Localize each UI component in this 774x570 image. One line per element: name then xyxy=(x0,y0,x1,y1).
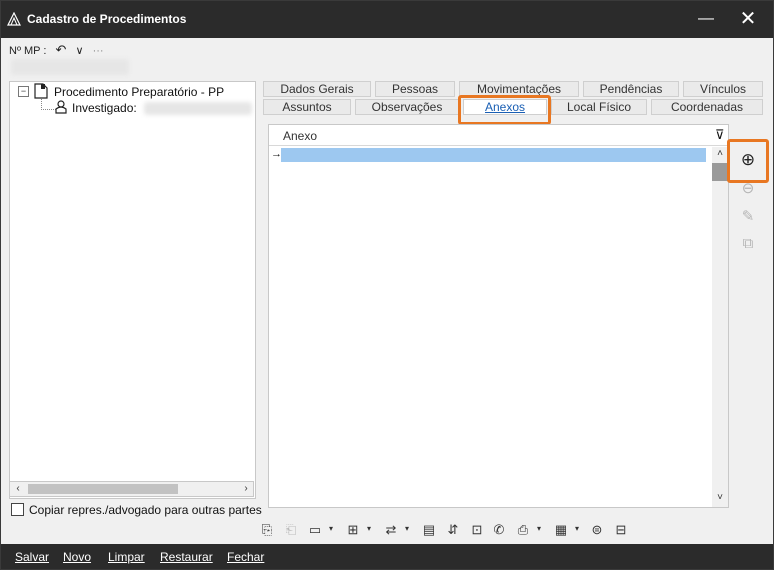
tree-horizontal-scrollbar[interactable]: ‹ › xyxy=(9,481,254,497)
scroll-thumb[interactable] xyxy=(28,484,178,494)
grid-header: Anexo ⊽ xyxy=(269,125,728,146)
minimize-button[interactable]: — xyxy=(691,7,721,31)
tree-child-label[interactable]: Investigado: xyxy=(72,101,137,115)
scroll-up-arrow[interactable]: ˄ xyxy=(712,147,728,161)
calendar-dropdown-icon[interactable]: ▾ xyxy=(575,524,579,533)
tab-local-fisico[interactable]: Local Físico xyxy=(551,99,647,115)
tree-connector xyxy=(41,99,56,110)
restore-button[interactable]: Restaurar xyxy=(160,550,213,564)
copy-parties-label: Copiar repres./advogado para outras part… xyxy=(29,503,262,517)
folder-dropdown-icon[interactable]: ▾ xyxy=(329,524,333,533)
table-row-selected[interactable] xyxy=(281,148,706,162)
copy-attachment-button[interactable]: ⧉ xyxy=(738,234,758,254)
investigado-name-redacted xyxy=(144,102,252,115)
hierarchy-icon[interactable]: ⊞ xyxy=(345,522,361,538)
tab-vinculos[interactable]: Vínculos xyxy=(683,81,763,97)
tab-assuntos[interactable]: Assuntos xyxy=(263,99,351,115)
scroll-thumb[interactable] xyxy=(712,163,728,181)
scroll-right-arrow[interactable]: › xyxy=(238,482,254,496)
grid-vertical-scrollbar[interactable]: ˄ ˅ xyxy=(712,147,728,507)
highlight-anexos-tab xyxy=(458,95,551,125)
highlight-add-button xyxy=(727,139,769,183)
filter-icon[interactable]: ⊽ xyxy=(715,127,725,143)
settings-document-icon[interactable]: ⊜ xyxy=(589,522,605,538)
save-button[interactable]: Salvar xyxy=(15,550,49,564)
tab-pessoas[interactable]: Pessoas xyxy=(375,81,455,97)
archive-icon[interactable]: ⊟ xyxy=(613,522,629,538)
copy-parties-option[interactable]: Copiar repres./advogado para outras part… xyxy=(11,503,262,517)
exchange-icon[interactable]: ⇵ xyxy=(445,522,461,538)
clear-button[interactable]: Limpar xyxy=(108,550,145,564)
app-window: Cadastro de Procedimentos — ✕ Nº MP : ↶ … xyxy=(0,0,774,570)
more-icon[interactable]: ··· xyxy=(93,45,104,57)
new-button[interactable]: Novo xyxy=(63,550,91,564)
tab-pendencias[interactable]: Pendências xyxy=(583,81,679,97)
action-bar: Salvar Novo Limpar Restaurar Fechar xyxy=(1,544,773,569)
edit-attachment-button[interactable]: ✎ xyxy=(738,207,758,227)
title-bar: Cadastro de Procedimentos — ✕ xyxy=(1,1,773,38)
close-window-button[interactable]: ✕ xyxy=(733,7,763,31)
hierarchy-dropdown-icon[interactable]: ▾ xyxy=(367,524,371,533)
documents-icon[interactable]: ▤ xyxy=(421,522,437,538)
mp-number-label: Nº MP : xyxy=(9,45,47,57)
calendar-icon[interactable]: ▦ xyxy=(553,522,569,538)
app-logo-icon xyxy=(7,12,21,26)
folder-icon[interactable]: ▭ xyxy=(307,522,323,538)
column-header-anexo[interactable]: Anexo xyxy=(283,129,317,143)
tree-root-label[interactable]: Procedimento Preparatório - PP xyxy=(54,85,224,99)
close-button[interactable]: Fechar xyxy=(227,550,264,564)
print-icon[interactable]: ⎙ xyxy=(515,522,531,538)
copy-parties-checkbox[interactable] xyxy=(11,503,24,516)
document-icon xyxy=(34,83,48,99)
register-icon[interactable]: ⊡ xyxy=(469,522,485,538)
tab-observacoes[interactable]: Observações xyxy=(355,99,459,115)
mp-number-bar: Nº MP : ↶ ∨ ··· xyxy=(9,42,110,58)
tab-dados-gerais[interactable]: Dados Gerais xyxy=(263,81,371,97)
scroll-down-arrow[interactable]: ˅ xyxy=(712,491,728,505)
undo-icon[interactable]: ↶ xyxy=(56,42,67,57)
transfer-dropdown-icon[interactable]: ▾ xyxy=(405,524,409,533)
tree-collapse-toggle[interactable]: − xyxy=(18,86,29,97)
copy-document-icon[interactable]: ⎗ xyxy=(283,522,299,538)
print-dropdown-icon[interactable]: ▾ xyxy=(537,524,541,533)
person-lock-icon xyxy=(55,100,67,114)
transfer-icon[interactable]: ⇄ xyxy=(383,522,399,538)
tab-coordenadas[interactable]: Coordenadas xyxy=(651,99,763,115)
procedure-tree: − Procedimento Preparatório - PP Investi… xyxy=(9,81,256,499)
mp-number-value-redacted xyxy=(11,59,129,75)
attachments-grid: Anexo ⊽ → ˄ ˅ xyxy=(268,124,729,508)
scroll-left-arrow[interactable]: ‹ xyxy=(10,482,26,496)
chevron-down-icon[interactable]: ∨ xyxy=(75,45,83,57)
new-document-icon[interactable]: ⎘ xyxy=(259,522,275,538)
window-title: Cadastro de Procedimentos xyxy=(27,12,187,26)
phone-icon[interactable]: ✆ xyxy=(491,522,507,538)
